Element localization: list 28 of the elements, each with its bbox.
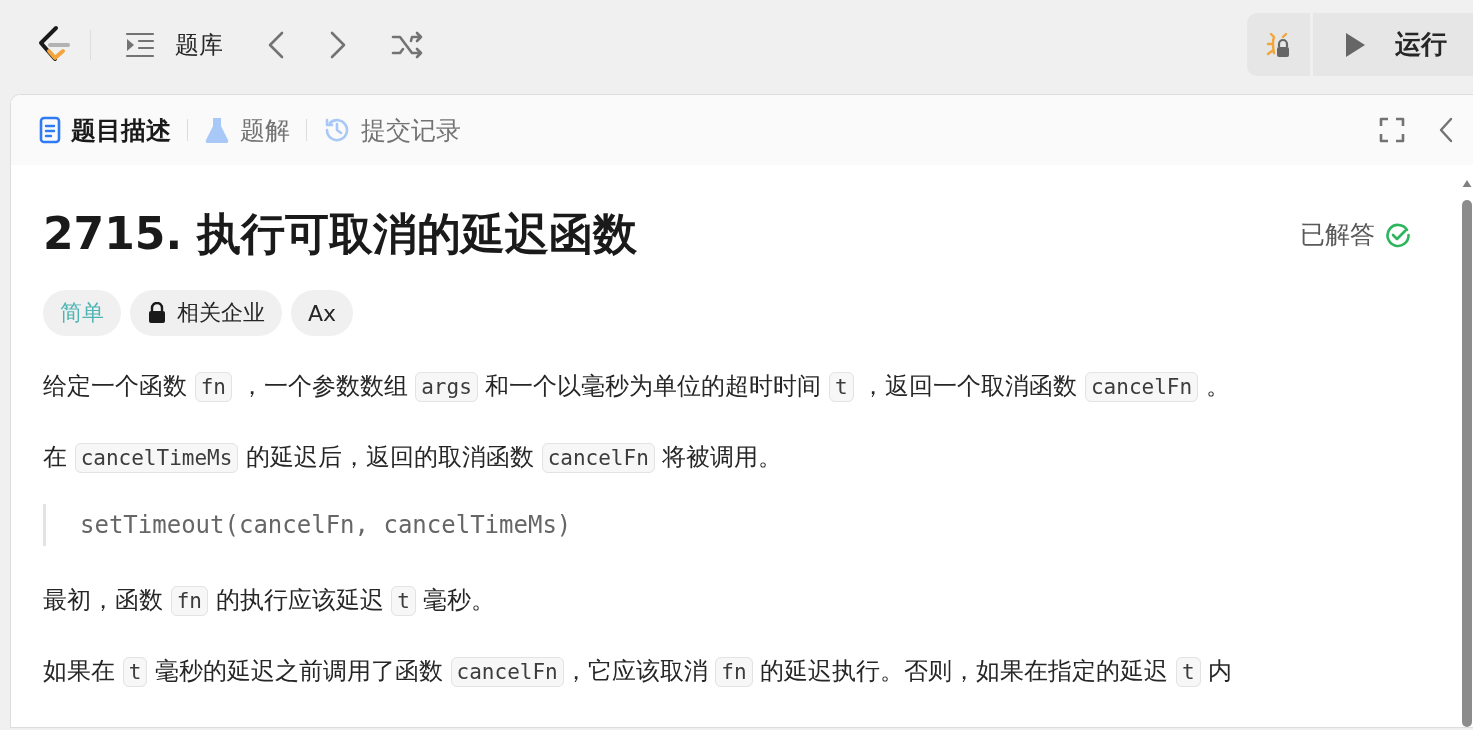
scroll-up-icon[interactable] [1461, 179, 1473, 188]
translate-button[interactable]: Ax [291, 290, 354, 336]
chevron-left-icon[interactable] [1439, 117, 1453, 143]
document-icon [39, 116, 61, 144]
shuffle-icon[interactable] [391, 31, 425, 59]
tab[interactable]: 提交记录 [323, 113, 461, 147]
companies-tag[interactable]: 相关企业 [130, 290, 282, 336]
description-paragraph: 最初，函数 fn 的执行应该延迟 t 毫秒。 [43, 585, 497, 618]
scrollbar-thumb[interactable] [1462, 199, 1472, 727]
list-icon [125, 31, 155, 59]
history-icon [323, 116, 351, 144]
run-button[interactable]: 运行 [1313, 13, 1473, 76]
play-icon [1343, 30, 1367, 59]
tab[interactable]: 题解 [204, 113, 290, 147]
description-paragraph: 如果在 t 毫秒的延迟之前调用了函数 cancelFn ，它应该取消 fn 的延迟执行。否则，如果在指定的延迟 t 内 [43, 656, 1234, 689]
description-paragraph: 在 cancelTimeMs 的延迟后，返回的取消函数 cancelFn 将被调用。 [43, 442, 784, 475]
lock-icon [147, 302, 167, 324]
tab[interactable]: 题目描述 [39, 113, 171, 147]
fullscreen-icon[interactable] [1379, 117, 1405, 143]
debug-button[interactable] [1247, 13, 1310, 76]
flask-icon [204, 116, 230, 144]
code-example: setTimeout(cancelFn, cancelTimeMs) [80, 511, 572, 539]
chevron-left-icon[interactable] [267, 30, 285, 60]
chevron-right-icon[interactable] [329, 30, 347, 60]
description-paragraph: 给定一个函数 fn ，一个参数数组 args 和一个以毫秒为单位的超时时间 t ，返回一个取消函数 cancelFn 。 [43, 371, 1231, 404]
problem-title: 2715. 执行可取消的延迟函数 [43, 207, 638, 261]
status-label: 已解答 [1300, 219, 1375, 251]
problem-list-button[interactable]: 题库 [125, 29, 223, 61]
